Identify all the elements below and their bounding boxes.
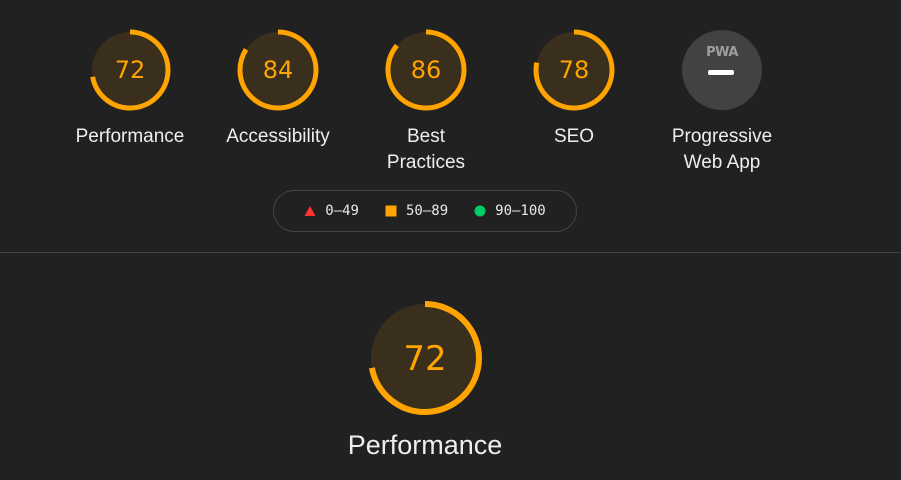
featured-gauge-performance[interactable]: 72 Performance [330,300,520,461]
pwa-logo-text: PWA [706,45,738,60]
pwa-dash-icon [708,70,734,75]
gauge-score: 78 [559,56,590,84]
circle-icon [474,205,486,217]
gauge-accessibility[interactable]: 84 Accessibility [218,28,338,150]
gauges-row: 72 Performance 84 Accessibility 86 Best … [0,0,901,180]
gauge-seo-ring: 78 [533,29,615,111]
featured-label: Performance [347,430,503,460]
legend-range: 90–100 [495,203,546,219]
gauge-seo[interactable]: 78 SEO [514,28,634,150]
legend-item-fail: 0–49 [304,203,359,219]
gauge-label: Progressive Web App [671,126,773,173]
legend-item-average: 50–89 [385,203,448,219]
triangle-icon [304,206,316,216]
score-legend: 0–49 50–89 90–100 [273,190,577,232]
featured-score: 72 [403,339,446,379]
legend-range: 50–89 [405,203,449,219]
gauge-score: 84 [263,56,294,84]
gauge-label: Performance [75,126,185,147]
gauge-best-practices-ring: 86 [385,29,467,111]
gauge-performance[interactable]: 72 Performance [70,28,190,150]
legend-item-pass: 90–100 [474,203,546,219]
gauge-score: 72 [115,56,146,84]
gauge-label: SEO [553,126,595,147]
scores-header: 72 Performance 84 Accessibility 86 Best … [0,0,901,252]
gauge-label: Accessibility [226,126,330,147]
gauge-pwa[interactable]: PWA Progressive Web App [662,28,782,176]
section-divider [0,252,901,253]
gauge-accessibility-ring: 84 [237,29,319,111]
gauge-label: Best Practices [386,126,466,173]
legend-range: 0–49 [325,203,359,219]
square-icon [385,205,397,217]
gauge-score: 86 [411,56,442,84]
gauge-best-practices[interactable]: 86 Best Practices [366,28,486,176]
gauge-performance-ring: 72 [89,29,171,111]
featured-gauge-ring: 72 [368,301,482,415]
pwa-badge: PWA [682,30,762,110]
